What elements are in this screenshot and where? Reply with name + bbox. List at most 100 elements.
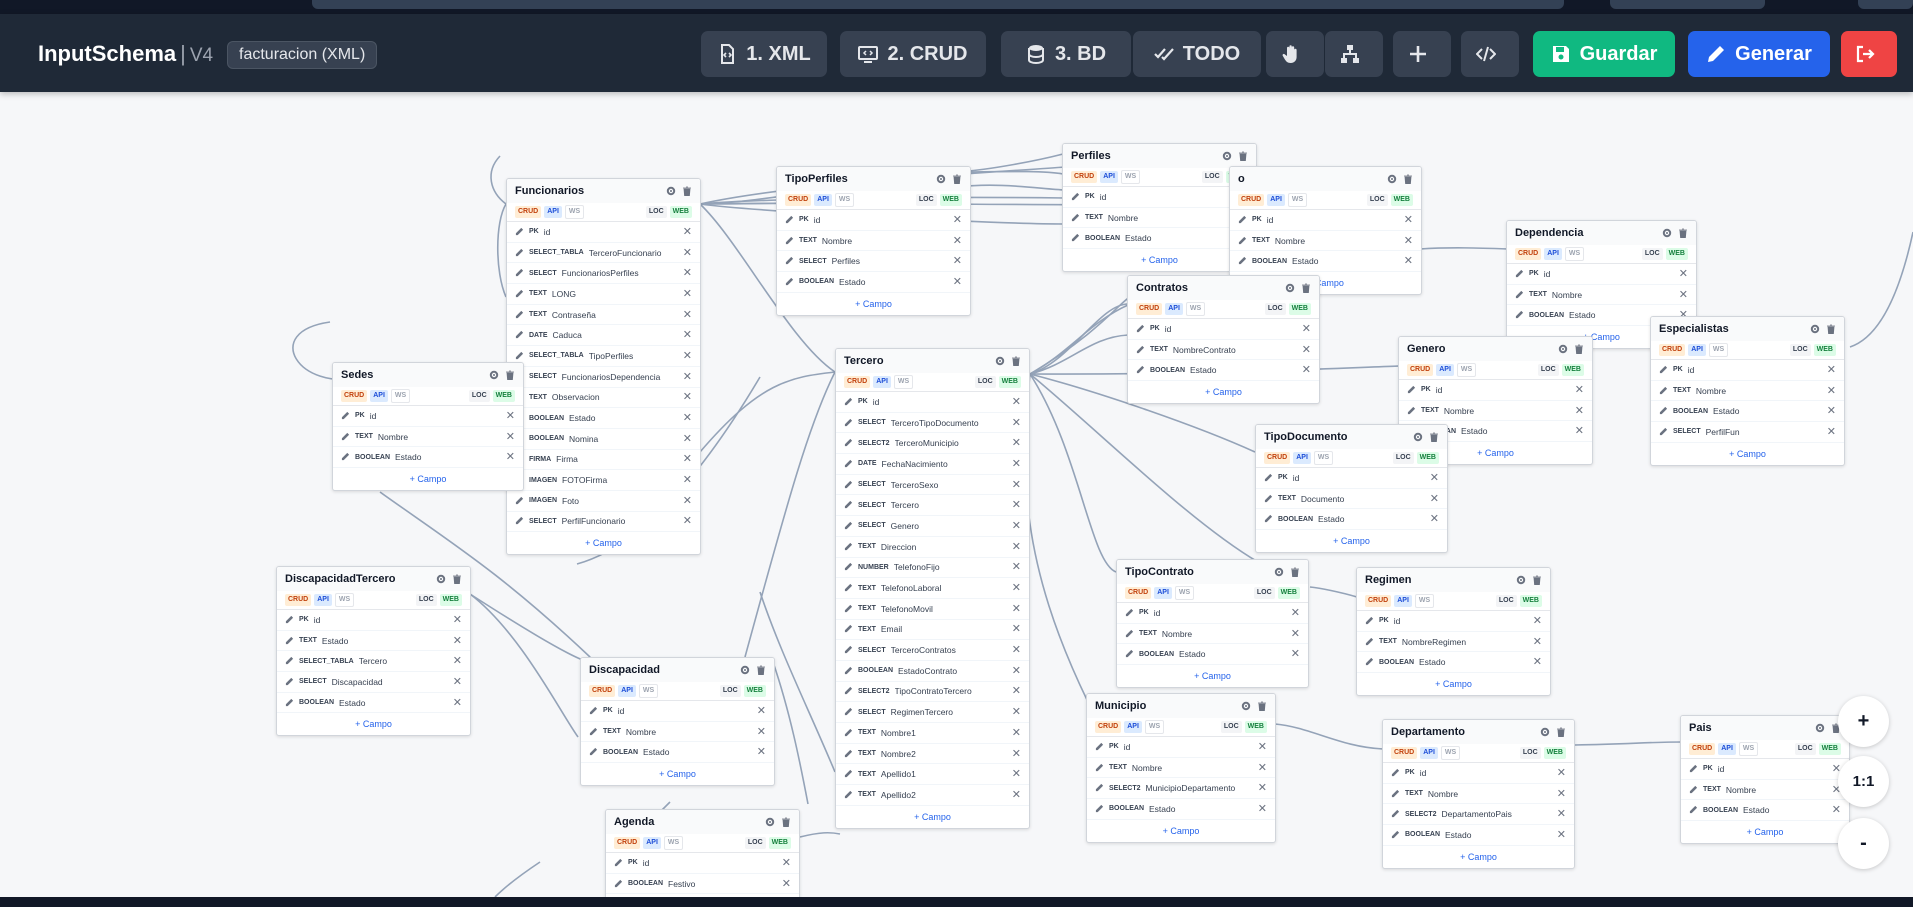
crud-badge[interactable]: CRUD [1515,248,1542,260]
field-row[interactable]: BOOLEAN Estado ✕ [1230,251,1421,273]
database-step-button[interactable]: 3. BD [1001,31,1131,77]
field-row[interactable]: BOOLEAN Estado ✕ [1256,509,1447,531]
field-row[interactable]: PK id ✕ [507,222,700,243]
table-header[interactable]: Genero [1399,337,1592,361]
remove-field-icon[interactable]: ✕ [1012,727,1021,738]
edit-field-icon[interactable] [1659,382,1668,400]
field-row[interactable]: PK id ✕ [1230,210,1421,231]
edit-field-icon[interactable] [515,326,524,344]
table-header[interactable]: Sedes [333,363,523,387]
field-row[interactable]: TEXT Nombre ✕ [777,231,970,252]
field-row[interactable]: SELECT2 MunicipioDepartamento ✕ [1087,778,1275,800]
settings-icon[interactable] [666,186,676,196]
remove-field-icon[interactable]: ✕ [1404,214,1413,225]
field-row[interactable]: BOOLEAN Estado ✕ [507,408,700,429]
edit-field-icon[interactable] [341,428,350,446]
remove-field-icon[interactable]: ✕ [1012,603,1021,614]
edit-field-icon[interactable] [1659,402,1668,420]
remove-field-icon[interactable]: ✕ [683,309,692,320]
table-especialistas[interactable]: Especialistas CRUD API WS LOC WEB PK id … [1650,316,1845,466]
remove-field-icon[interactable]: ✕ [683,330,692,341]
ws-badge[interactable]: WS [1287,193,1308,207]
crud-badge[interactable]: CRUD [1071,171,1098,183]
field-row[interactable]: BOOLEAN Estado ✕ [1383,825,1574,846]
web-badge[interactable]: WEB [768,837,791,849]
table-header[interactable]: Dependencia [1507,221,1696,245]
loc-badge[interactable]: LOC [974,376,996,388]
edit-field-icon[interactable] [1659,423,1668,441]
remove-field-icon[interactable]: ✕ [1012,562,1021,573]
field-row[interactable]: TEXT Estado ✕ [277,631,470,652]
remove-field-icon[interactable]: ✕ [1012,707,1021,718]
field-row[interactable]: TEXT Nombre ✕ [1117,624,1308,645]
field-row[interactable]: BOOLEAN Estado ✕ [1651,401,1844,423]
loc-badge[interactable]: LOC [1201,171,1223,183]
crud-badge[interactable]: CRUD [1391,747,1418,759]
loc-badge[interactable]: LOC [1641,248,1663,260]
field-row[interactable]: TEXT Apellido1 ✕ [836,764,1029,786]
api-badge[interactable]: API [814,194,832,206]
remove-field-icon[interactable]: ✕ [1258,741,1267,752]
table-header[interactable]: TipoContrato [1117,560,1308,584]
add-field-button[interactable]: + Campo [1128,381,1319,403]
add-field-button[interactable]: + Campo [1651,443,1844,465]
edit-field-icon[interactable] [844,538,853,556]
todo-step-button[interactable]: TODO [1133,31,1261,77]
field-row[interactable]: PK id ✕ [333,406,523,427]
remove-field-icon[interactable]: ✕ [1012,479,1021,490]
remove-field-icon[interactable]: ✕ [1302,344,1311,355]
table-contratos[interactable]: Contratos CRUD API WS LOC WEB PK id ✕ TE… [1127,275,1320,405]
field-row[interactable]: IMAGEN Foto ✕ [507,491,700,512]
edit-field-icon[interactable] [1365,633,1374,651]
field-row[interactable]: BOOLEAN Estado ✕ [333,447,523,469]
trash-icon[interactable] [1301,283,1311,293]
remove-field-icon[interactable]: ✕ [1012,789,1021,800]
field-row[interactable]: TEXT Nombre ✕ [1507,285,1696,306]
web-badge[interactable]: WEB [1665,248,1688,260]
field-row[interactable]: TEXT Nombre1 ✕ [836,723,1029,744]
table-tipocontrato[interactable]: TipoContrato CRUD API WS LOC WEB PK id ✕… [1116,559,1309,689]
table-regimen[interactable]: Regimen CRUD API WS LOC WEB PK id ✕ TEXT… [1356,567,1551,697]
loc-badge[interactable]: LOC [1264,303,1286,315]
field-row[interactable]: BOOLEAN Estado ✕ [1357,652,1550,674]
web-badge[interactable]: WEB [492,390,515,402]
api-badge[interactable]: API [1718,743,1736,755]
ws-badge[interactable]: WS [893,375,914,389]
field-row[interactable]: TEXT Nombre ✕ [1063,208,1256,229]
crud-step-button[interactable]: 2. CRUD [840,31,986,77]
ws-badge[interactable]: WS [564,205,585,219]
settings-icon[interactable] [1810,324,1820,334]
field-row[interactable]: PK id ✕ [1681,759,1849,780]
field-row[interactable]: TEXT Nombre ✕ [333,427,523,448]
remove-field-icon[interactable]: ✕ [506,431,515,442]
trash-icon[interactable] [1532,575,1542,585]
edit-field-icon[interactable] [1515,286,1524,304]
settings-icon[interactable] [1815,723,1825,733]
remove-field-icon[interactable]: ✕ [683,475,692,486]
table-departamento[interactable]: Departamento CRUD API WS LOC WEB PK id ✕… [1382,719,1575,869]
trash-icon[interactable] [1403,174,1413,184]
api-badge[interactable]: API [1267,194,1285,206]
web-badge[interactable]: WEB [1244,721,1267,733]
remove-field-icon[interactable]: ✕ [1832,805,1841,816]
field-row[interactable]: PK id ✕ [836,392,1029,413]
field-row[interactable]: PK id ✕ [1651,360,1844,381]
field-row[interactable]: TEXT Nombre ✕ [1651,381,1844,402]
field-row[interactable]: PK id ✕ [1507,264,1696,285]
field-row[interactable]: BOOLEAN Estado ✕ [1087,799,1275,820]
edit-field-icon[interactable] [515,306,524,324]
api-badge[interactable]: API [1420,747,1438,759]
field-row[interactable]: SELECT FuncionariosDependencia ✕ [507,367,700,388]
remove-field-icon[interactable]: ✕ [953,235,962,246]
auto-layout-button[interactable] [1325,31,1383,77]
loc-badge[interactable]: LOC [468,390,490,402]
logout-button[interactable] [1841,31,1897,77]
remove-field-icon[interactable]: ✕ [453,614,462,625]
edit-field-icon[interactable] [515,512,524,530]
remove-field-icon[interactable]: ✕ [453,656,462,667]
field-row[interactable]: TEXT NombreContrato ✕ [1128,340,1319,361]
remove-field-icon[interactable]: ✕ [683,433,692,444]
api-badge[interactable]: API [1436,364,1454,376]
settings-icon[interactable] [995,356,1005,366]
edit-field-icon[interactable] [844,414,853,432]
